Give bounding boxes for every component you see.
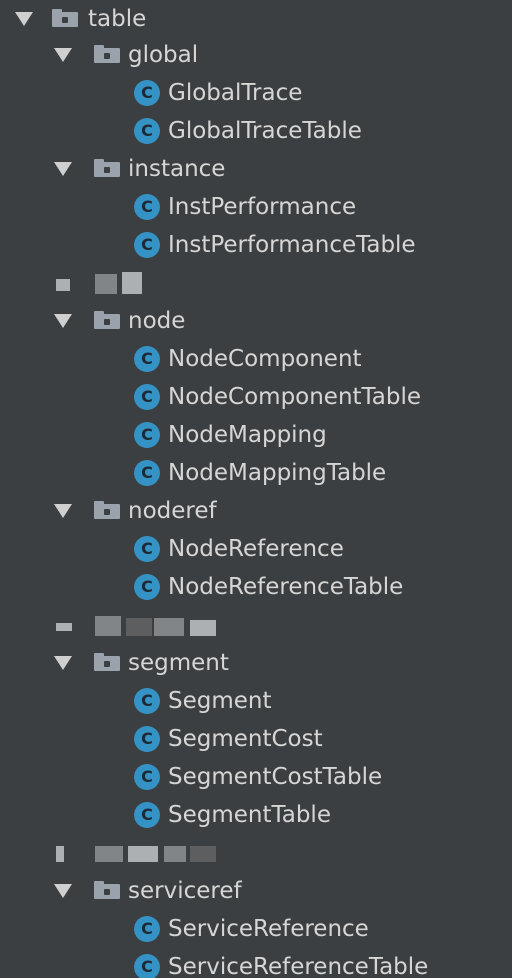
tree-leaf-class[interactable]: C NodeReference xyxy=(0,530,512,568)
class-icon: C xyxy=(134,536,160,562)
class-icon: C xyxy=(134,802,160,828)
redacted-label xyxy=(126,618,152,636)
expand-arrow-icon[interactable] xyxy=(54,884,72,898)
class-icon: C xyxy=(134,118,160,144)
tree-leaf-class[interactable]: C InstPerformanceTable xyxy=(0,226,512,264)
class-label: NodeMapping xyxy=(168,422,327,448)
expand-arrow-icon[interactable] xyxy=(54,314,72,328)
redacted-label xyxy=(190,846,216,862)
class-icon: C xyxy=(134,232,160,258)
folder-icon xyxy=(94,159,120,177)
class-icon: C xyxy=(134,726,160,752)
expand-arrow-icon[interactable] xyxy=(54,162,72,176)
tree-leaf-class[interactable]: C NodeReferenceTable xyxy=(0,568,512,606)
expand-arrow-icon[interactable] xyxy=(54,504,72,518)
redacted-label xyxy=(128,846,158,862)
class-label: Segment xyxy=(168,688,272,714)
expand-arrow-icon[interactable] xyxy=(15,12,33,26)
class-icon: C xyxy=(134,346,160,372)
tree-node-table[interactable]: table xyxy=(0,0,512,38)
tree-leaf-class[interactable]: C Segment xyxy=(0,682,512,720)
class-icon: C xyxy=(134,460,160,486)
redacted-folder-icon xyxy=(95,274,117,294)
tree-leaf-class[interactable]: C ServiceReferenceTable xyxy=(0,940,512,978)
class-icon: C xyxy=(134,764,160,790)
tree-leaf-class[interactable]: C SegmentCostTable xyxy=(0,758,512,796)
tree-leaf-class[interactable]: C SegmentCost xyxy=(0,720,512,758)
class-label: SegmentCostTable xyxy=(168,764,383,790)
class-icon: C xyxy=(134,80,160,106)
class-label: NodeComponentTable xyxy=(168,384,422,410)
tree-leaf-class[interactable]: C NodeMapping xyxy=(0,416,512,454)
class-label: NodeMappingTable xyxy=(168,460,387,486)
redacted-tree-node xyxy=(0,606,512,644)
tree-node-node[interactable]: node xyxy=(0,302,512,340)
expand-arrow-icon[interactable] xyxy=(54,48,72,62)
folder-icon xyxy=(94,45,120,63)
redacted-label xyxy=(164,846,186,862)
tree-leaf-class[interactable]: C NodeMappingTable xyxy=(0,454,512,492)
redacted-folder-icon xyxy=(95,846,123,862)
expand-arrow-icon[interactable] xyxy=(54,656,72,670)
redacted-label xyxy=(122,272,142,294)
tree-node-serviceref[interactable]: serviceref xyxy=(0,872,512,910)
tree-node-label: global xyxy=(128,42,199,68)
class-label: GlobalTrace xyxy=(168,80,303,106)
tree-leaf-class[interactable]: C GlobalTraceTable xyxy=(0,112,512,150)
tree-node-label: node xyxy=(128,308,186,334)
tree-leaf-class[interactable]: C InstPerformance xyxy=(0,188,512,226)
class-icon: C xyxy=(134,954,160,978)
class-label: ServiceReferenceTable xyxy=(168,954,429,978)
class-label: NodeReferenceTable xyxy=(168,574,404,600)
class-icon: C xyxy=(134,194,160,220)
folder-icon xyxy=(52,9,78,27)
folder-icon xyxy=(94,501,120,519)
folder-icon xyxy=(94,311,120,329)
redacted-label xyxy=(154,618,184,636)
redacted-label xyxy=(190,620,216,636)
tree-node-label: instance xyxy=(128,156,226,182)
tree-leaf-class[interactable]: C SegmentTable xyxy=(0,796,512,834)
class-label: NodeReference xyxy=(168,536,344,562)
redacted-tree-node xyxy=(0,264,512,302)
class-icon: C xyxy=(134,384,160,410)
class-icon: C xyxy=(134,574,160,600)
class-label: NodeComponent xyxy=(168,346,362,372)
class-label: InstPerformance xyxy=(168,194,357,220)
class-icon: C xyxy=(134,422,160,448)
folder-icon xyxy=(94,653,120,671)
tree-node-label: segment xyxy=(128,650,229,676)
tree-node-instance[interactable]: instance xyxy=(0,150,512,188)
class-label: GlobalTraceTable xyxy=(168,118,362,144)
redacted-arrow xyxy=(56,279,70,291)
tree-leaf-class[interactable]: C GlobalTrace xyxy=(0,74,512,112)
redacted-tree-node xyxy=(0,834,512,872)
class-icon: C xyxy=(134,916,160,942)
tree-node-label: serviceref xyxy=(128,878,242,904)
class-label: InstPerformanceTable xyxy=(168,232,416,258)
tree-leaf-class[interactable]: C NodeComponent xyxy=(0,340,512,378)
class-label: SegmentCost xyxy=(168,726,323,752)
tree-node-segment[interactable]: segment xyxy=(0,644,512,682)
redacted-arrow xyxy=(56,846,64,862)
redacted-arrow xyxy=(56,623,72,631)
tree-node-noderef[interactable]: noderef xyxy=(0,492,512,530)
class-icon: C xyxy=(134,688,160,714)
redacted-folder-icon xyxy=(95,616,121,636)
tree-leaf-class[interactable]: C NodeComponentTable xyxy=(0,378,512,416)
class-label: SegmentTable xyxy=(168,802,331,828)
tree-node-label: noderef xyxy=(128,498,217,524)
tree-node-label: table xyxy=(88,6,147,32)
folder-icon xyxy=(94,881,120,899)
tree-node-global[interactable]: global xyxy=(0,36,512,74)
